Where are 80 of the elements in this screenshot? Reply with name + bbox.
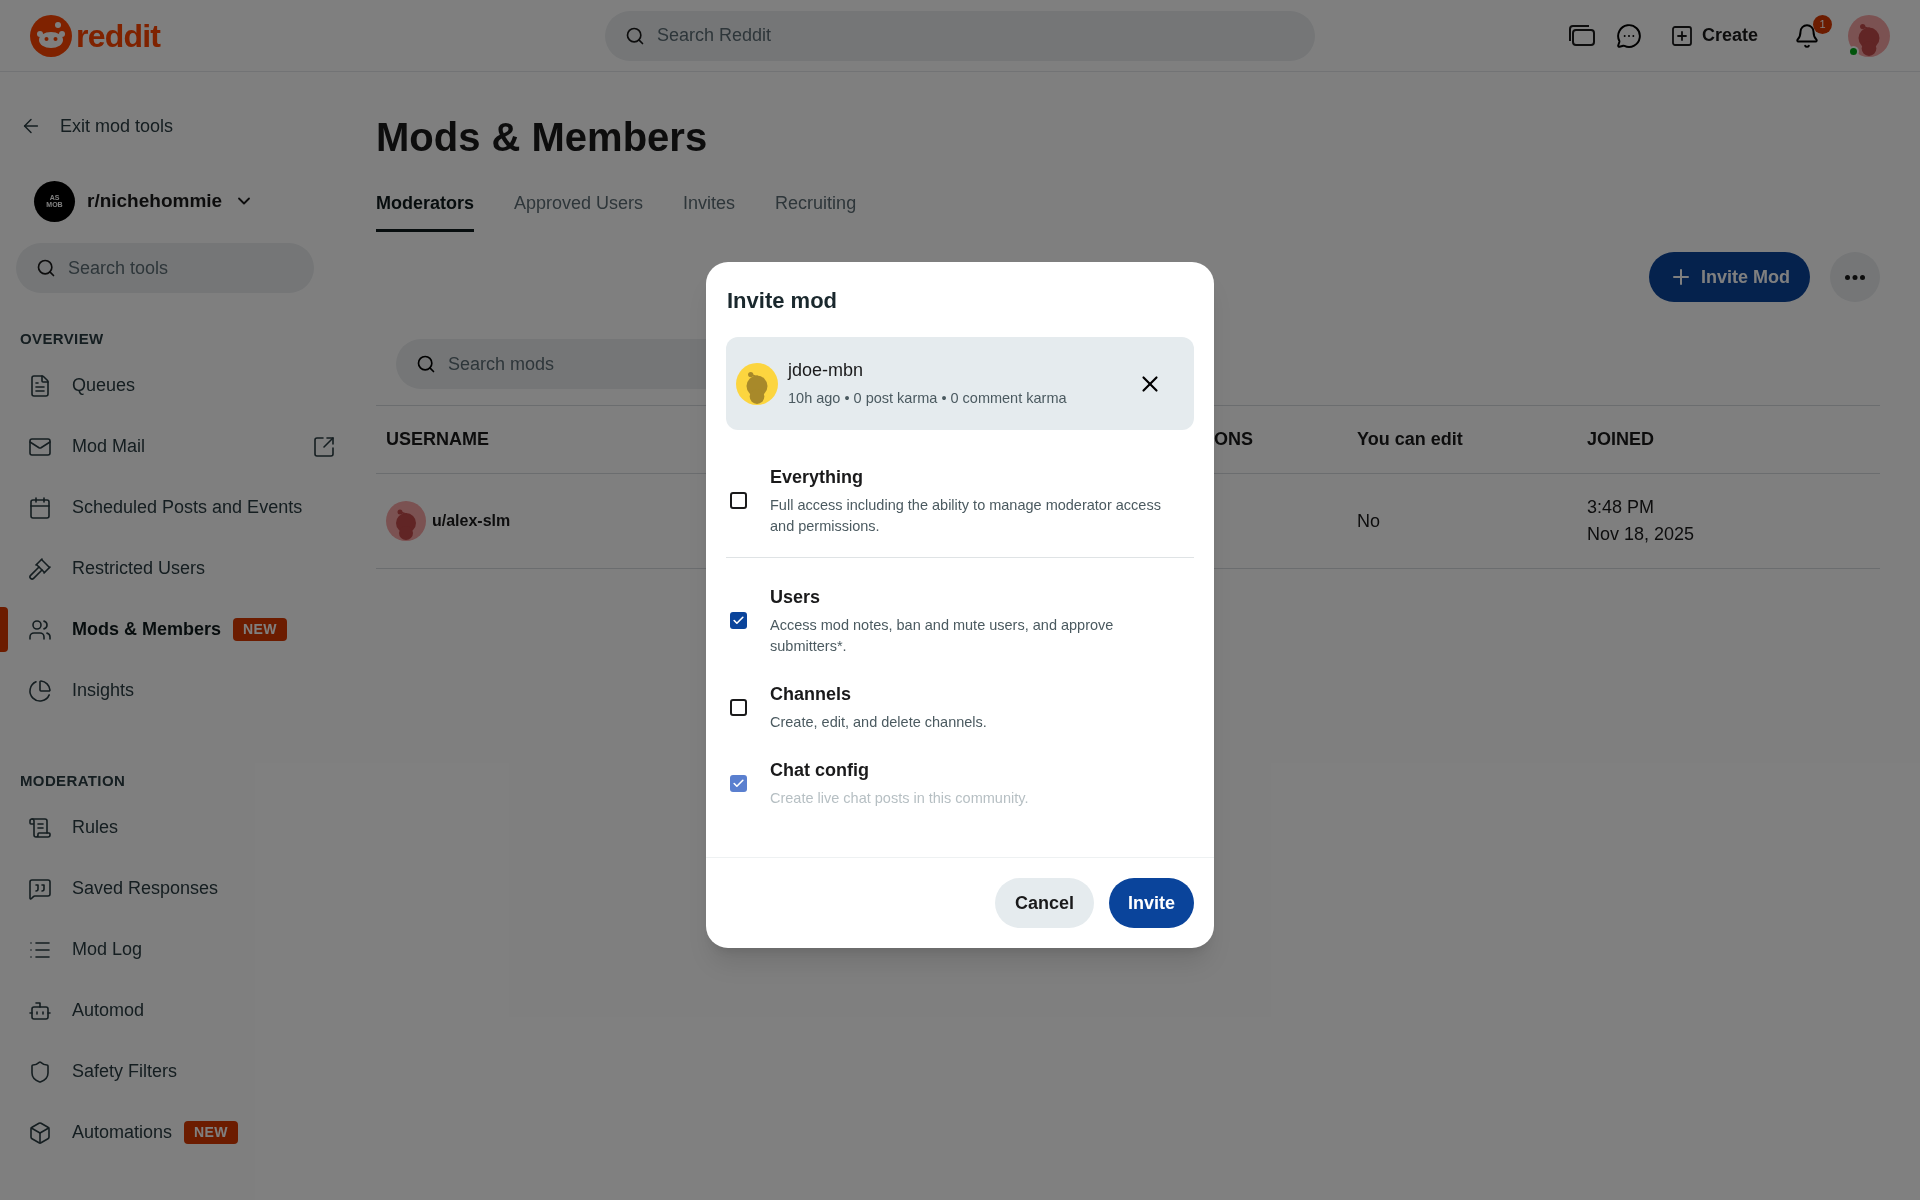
section-heading: OVERVIEW <box>19 328 105 349</box>
check-icon <box>732 614 745 627</box>
logo-icon[interactable] <box>30 14 72 57</box>
invite-mod-button[interactable]: Invite Mod <box>1649 252 1810 302</box>
permission-title: Users <box>770 586 822 609</box>
pie-chart-icon <box>28 678 52 703</box>
gavel-icon <box>28 556 52 581</box>
sidebar-item[interactable]: Automod <box>0 980 350 1041</box>
search-field[interactable]: Search Reddit <box>605 10 1315 61</box>
checkbox[interactable] <box>730 774 747 792</box>
permission-title: Channels <box>770 683 853 706</box>
logo-wordmark[interactable]: reddit <box>76 19 161 52</box>
sidebar-item[interactable]: Rules <box>0 797 350 858</box>
user-avatar <box>1848 14 1890 57</box>
cancel-button[interactable]: Cancel <box>994 878 1094 928</box>
new-badge: NEW <box>184 1121 238 1144</box>
permission-description: Access mod notes, ban and mute users, and approve submitters*. <box>770 616 1115 656</box>
more-options-button[interactable] <box>1830 252 1880 302</box>
column-header: ONS <box>1214 429 1253 449</box>
search-icon <box>416 354 436 374</box>
chat-icon[interactable] <box>1615 22 1642 49</box>
username: jdoe-mbn <box>788 359 865 383</box>
ad-icon[interactable] <box>1567 23 1596 48</box>
permission-title: Chat config <box>770 759 870 782</box>
invite-button[interactable]: Invite <box>1109 878 1194 928</box>
page-title: Mods & Members <box>376 114 709 161</box>
user-stats: 10h ago • 0 post karma • 0 comment karma <box>788 389 1068 409</box>
check-icon <box>732 776 745 790</box>
create-button[interactable]: Create <box>1661 22 1766 49</box>
table-cell: No <box>1357 510 1380 531</box>
checkbox[interactable] <box>730 698 747 716</box>
search-tools-field[interactable]: Search tools <box>16 243 314 293</box>
sidebar-item[interactable]: Saved Responses <box>0 858 350 919</box>
search-placeholder: Search Reddit <box>657 24 772 47</box>
search-placeholder: Search tools <box>68 256 169 280</box>
table-cell[interactable]: u/alex-slm <box>432 509 511 533</box>
plus-square-icon <box>1669 23 1694 48</box>
checkbox[interactable] <box>730 612 747 629</box>
permission-description: Full access including the ability to manage moderator access and permissions. <box>770 496 1162 536</box>
sidebar-item[interactable]: Automations NEW <box>0 1102 350 1163</box>
user-avatar <box>736 362 778 405</box>
sidebar-item[interactable]: Restricted Users <box>0 538 350 599</box>
tab[interactable]: Moderators <box>376 190 474 232</box>
user-avatar <box>386 501 426 541</box>
sidebar-item[interactable]: Scheduled Posts and Events <box>0 477 350 538</box>
dialog-title: Invite mod <box>726 287 838 315</box>
table-cell-text: Nov 18, 2025 <box>1587 523 1696 546</box>
permission-description: Create live chat posts in this community. <box>770 789 1029 808</box>
tab[interactable]: Recruiting <box>775 190 857 232</box>
checkbox[interactable] <box>730 492 747 509</box>
exit-mod-tools-link[interactable]: Exit mod tools <box>0 106 350 146</box>
shield-icon <box>28 1059 52 1084</box>
external-link-icon[interactable] <box>312 434 336 459</box>
sidebar-item[interactable]: Safety Filters <box>0 1041 350 1102</box>
search-icon <box>36 258 56 278</box>
search-icon <box>625 25 645 46</box>
column-header: JOINED <box>1587 429 1655 449</box>
cube-icon <box>28 1120 52 1145</box>
permission-description: Create, edit, and delete channels. <box>770 713 987 732</box>
scroll-icon <box>28 815 52 840</box>
notification-badge: 1 <box>1813 14 1832 34</box>
column-header: You can edit <box>1357 429 1463 449</box>
users-icon <box>28 617 52 642</box>
calendar-icon <box>28 495 52 520</box>
notification-icon[interactable] <box>1794 22 1820 49</box>
permission-title: Everything <box>770 466 865 489</box>
section-heading: MODERATION <box>19 770 127 791</box>
tab[interactable]: Invites <box>683 190 736 232</box>
sidebar-item[interactable]: Insights <box>0 660 350 721</box>
queue-icon <box>28 373 52 398</box>
sidebar-item[interactable]: Mod Mail <box>0 416 350 477</box>
column-header: USERNAME <box>386 429 489 449</box>
sidebar-item[interactable]: Mod Log <box>0 919 350 980</box>
table-cell-text: 3:48 PM <box>1587 496 1656 519</box>
search-placeholder: Search mods <box>448 352 555 376</box>
more-icon <box>1845 274 1865 280</box>
chat-bubble-icon <box>28 876 52 901</box>
tab[interactable]: Approved Users <box>514 190 644 232</box>
new-badge: NEW <box>233 618 287 641</box>
sidebar-item[interactable]: Queues <box>0 355 350 416</box>
